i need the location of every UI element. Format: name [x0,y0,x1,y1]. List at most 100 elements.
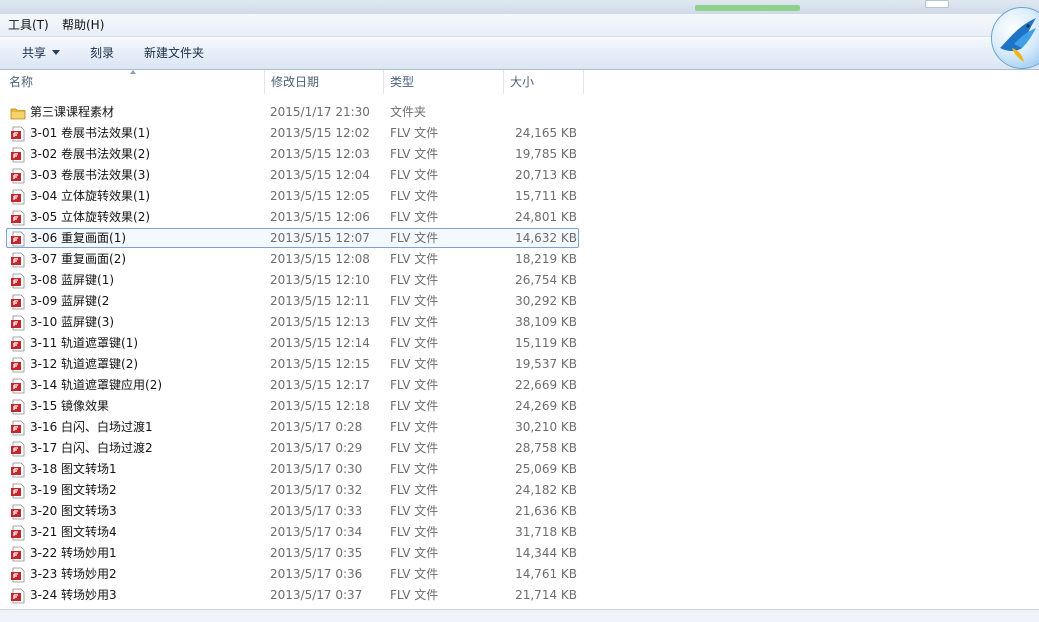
file-row[interactable]: 3-14 轨道遮罩键应用(2) 2013/5/15 12:17 FLV 文件 22,6… [6,375,579,395]
flv-file-icon [10,231,26,247]
file-modified-date: 2013/5/15 12:08 [270,252,370,266]
column-divider[interactable] [583,70,584,94]
file-row[interactable]: 3-23 转场妙用2 2013/5/17 0:36 FLV 文件 14,761 KB [6,564,579,584]
file-type: FLV 文件 [390,336,439,350]
file-modified-date: 2013/5/15 12:15 [270,357,370,371]
file-name: 3-17 白闪、白场过渡2 [30,441,153,455]
file-size: 24,165 KB [515,126,577,140]
file-size: 14,632 KB [515,231,577,245]
file-name: 3-11 轨道遮罩键(1) [30,336,139,350]
file-row[interactable]: 3-15 镜像效果 2013/5/15 12:18 FLV 文件 24,269 KB [6,396,579,416]
file-type: FLV 文件 [390,273,439,287]
file-name: 3-21 图文转场4 [30,525,117,539]
file-row[interactable]: 3-02 卷展书法效果(2) 2013/5/15 12:03 FLV 文件 19,78… [6,144,579,164]
column-header-type[interactable]: 类型 [384,70,503,94]
share-button[interactable]: 共享 [18,44,64,62]
file-modified-date: 2013/5/15 12:11 [270,294,370,308]
file-name: 3-22 转场妙用1 [30,546,117,560]
file-type: FLV 文件 [390,168,439,182]
file-size [477,103,577,122]
file-size: 15,711 KB [515,189,577,203]
file-size: 18,219 KB [515,252,577,266]
new-folder-button[interactable]: 新建文件夹 [140,44,208,62]
file-type: FLV 文件 [390,441,439,455]
column-header-name[interactable]: 名称 [3,70,265,94]
status-bar [0,609,1039,622]
file-size: 28,758 KB [515,441,577,455]
file-row[interactable]: 3-03 卷展书法效果(3) 2013/5/15 12:04 FLV 文件 20,71… [6,165,579,185]
flv-file-icon [10,252,26,268]
file-type: FLV 文件 [390,483,439,497]
file-modified-date: 2013/5/15 12:13 [270,315,370,329]
file-size: 14,344 KB [515,546,577,560]
file-name: 3-15 镜像效果 [30,399,110,413]
flv-file-icon [10,378,26,394]
flv-file-icon [10,189,26,205]
file-name: 3-05 立体旋转效果(2) [30,210,151,224]
file-size: 20,713 KB [515,168,577,182]
file-name: 第三课课程素材 [30,105,115,119]
file-size: 25,069 KB [515,462,577,476]
file-modified-date: 2013/5/17 0:35 [270,546,363,560]
file-size: 24,269 KB [515,399,577,413]
file-row[interactable]: 3-04 立体旋转效果(1) 2013/5/15 12:05 FLV 文件 15,71… [6,186,579,206]
flv-file-icon [10,588,26,604]
file-name: 3-24 转场妙用3 [30,588,117,602]
file-row[interactable]: 3-10 蓝屏键(3) 2013/5/15 12:13 FLV 文件 38,109 K… [6,312,579,332]
file-row[interactable]: 3-07 重复画面(2) 2013/5/15 12:08 FLV 文件 18,219 … [6,249,579,269]
flv-file-icon [10,420,26,436]
flv-file-icon [10,357,26,373]
file-size: 22,669 KB [515,378,577,392]
file-modified-date: 2013/5/15 12:05 [270,189,370,203]
flv-file-icon [10,294,26,310]
file-row[interactable]: 3-09 蓝屏键(2 2013/5/15 12:11 FLV 文件 30,292 KB [6,291,579,311]
file-row[interactable]: 3-16 白闪、白场过渡1 2013/5/17 0:28 FLV 文件 30,210 … [6,417,579,437]
column-header-size[interactable]: 大小 [504,70,583,94]
file-row[interactable]: 3-05 立体旋转效果(2) 2013/5/15 12:06 FLV 文件 24,80… [6,207,579,227]
column-header-modified[interactable]: 修改日期 [265,70,383,94]
file-type: 文件夹 [390,105,427,119]
file-row[interactable]: 3-19 图文转场2 2013/5/17 0:32 FLV 文件 24,182 KB [6,480,579,500]
file-list: 第三课课程素材 2015/1/17 21:30 文件夹 3-01 卷展书法效果(1) 2… [0,102,1039,608]
file-type: FLV 文件 [390,546,439,560]
burn-button[interactable]: 刻录 [86,44,118,62]
menu-tools[interactable]: 工具(T) [5,17,52,33]
file-name: 3-10 蓝屏键(3) [30,315,115,329]
file-row[interactable]: 3-24 转场妙用3 2013/5/17 0:37 FLV 文件 21,714 KB [6,585,579,605]
file-modified-date: 2013/5/15 12:17 [270,378,370,392]
file-modified-date: 2013/5/17 0:30 [270,462,363,476]
file-row[interactable]: 3-21 图文转场4 2013/5/17 0:34 FLV 文件 31,718 KB [6,522,579,542]
file-size: 26,754 KB [515,273,577,287]
file-size: 15,119 KB [515,336,577,350]
file-row[interactable]: 3-20 图文转场3 2013/5/17 0:33 FLV 文件 21,636 KB [6,501,579,521]
file-row[interactable]: 3-12 轨道遮罩键(2) 2013/5/15 12:15 FLV 文件 19,537… [6,354,579,374]
flv-file-icon [10,399,26,415]
title-bar-fragment [695,5,800,11]
file-row[interactable]: 3-01 卷展书法效果(1) 2013/5/15 12:02 FLV 文件 24,16… [6,123,579,143]
menu-help[interactable]: 帮助(H) [59,17,107,33]
file-row[interactable]: 3-06 重复画面(1) 2013/5/15 12:07 FLV 文件 14,632 … [6,228,579,248]
file-modified-date: 2013/5/17 0:32 [270,483,363,497]
folder-row[interactable]: 第三课课程素材 2015/1/17 21:30 文件夹 [6,102,579,122]
file-row[interactable]: 3-17 白闪、白场过渡2 2013/5/17 0:29 FLV 文件 28,758 … [6,438,579,458]
command-toolbar: 共享 刻录 新建文件夹 [0,37,1039,70]
file-name: 3-23 转场妙用2 [30,567,117,581]
flv-file-icon [10,168,26,184]
chevron-down-icon [52,50,61,55]
flv-file-icon [10,210,26,226]
flv-file-icon [10,462,26,478]
file-name: 3-03 卷展书法效果(3) [30,168,151,182]
file-row[interactable]: 3-08 蓝屏键(1) 2013/5/15 12:10 FLV 文件 26,754 K… [6,270,579,290]
menu-bar: 工具(T) 帮助(H) [0,14,1039,37]
file-name: 3-20 图文转场3 [30,504,117,518]
flv-file-icon [10,546,26,562]
file-name: 3-14 轨道遮罩键应用(2) [30,378,163,392]
file-type: FLV 文件 [390,420,439,434]
file-row[interactable]: 3-22 转场妙用1 2013/5/17 0:35 FLV 文件 14,344 KB [6,543,579,563]
file-row[interactable]: 3-11 轨道遮罩键(1) 2013/5/15 12:14 FLV 文件 15,119… [6,333,579,353]
file-modified-date: 2013/5/17 0:29 [270,441,363,455]
flv-file-icon [10,483,26,499]
file-row[interactable]: 3-18 图文转场1 2013/5/17 0:30 FLV 文件 25,069 KB [6,459,579,479]
file-modified-date: 2013/5/15 12:04 [270,168,370,182]
file-size: 19,785 KB [515,147,577,161]
